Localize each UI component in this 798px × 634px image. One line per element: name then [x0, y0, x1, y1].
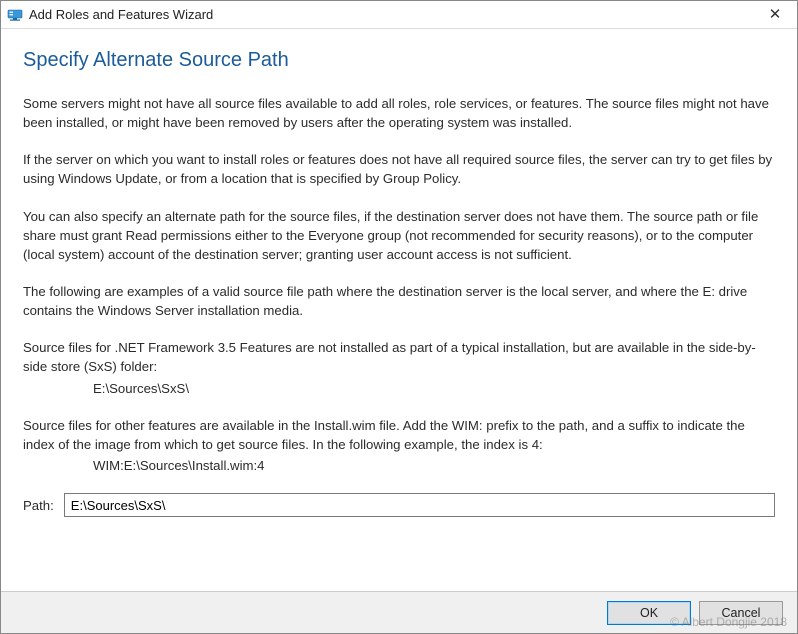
path-input[interactable] [64, 493, 775, 517]
cancel-button[interactable]: Cancel [699, 601, 783, 625]
ok-button[interactable]: OK [607, 601, 691, 625]
paragraph-wim: Source files for other features are avai… [23, 416, 775, 454]
paragraph-intro-1: Some servers might not have all source f… [23, 94, 775, 132]
paragraph-intro-2: If the server on which you want to insta… [23, 150, 775, 188]
paragraph-permissions: You can also specify an alternate path f… [23, 207, 775, 264]
title-bar-text: Add Roles and Features Wizard [29, 7, 753, 22]
paragraph-sxs: Source files for .NET Framework 3.5 Feat… [23, 338, 775, 376]
title-bar: Add Roles and Features Wizard ✕ [1, 1, 797, 29]
paragraph-examples-intro: The following are examples of a valid so… [23, 282, 775, 320]
close-button[interactable]: ✕ [753, 0, 797, 28]
button-bar: OK Cancel [1, 591, 797, 633]
example-sxs-path: E:\Sources\SxS\ [23, 379, 775, 398]
close-icon: ✕ [769, 5, 782, 23]
dialog-content: Specify Alternate Source Path Some serve… [1, 29, 797, 527]
path-label: Path: [23, 498, 54, 513]
server-manager-icon [7, 7, 23, 23]
path-row: Path: [23, 493, 775, 517]
dialog-heading: Specify Alternate Source Path [23, 49, 775, 72]
example-wim-path: WIM:E:\Sources\Install.wim:4 [23, 456, 775, 475]
